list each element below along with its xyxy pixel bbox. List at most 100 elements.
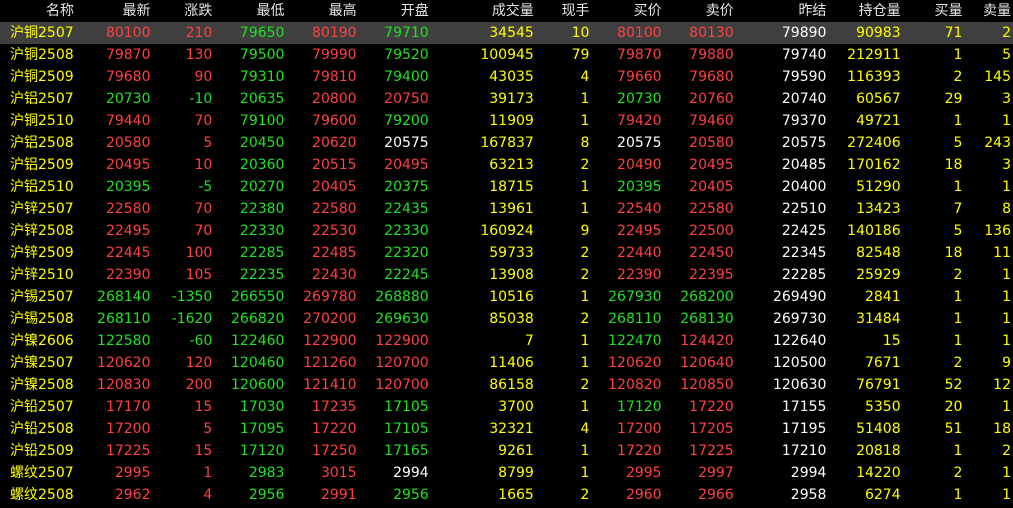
cell-name: 沪铝2508 — [10, 135, 74, 151]
cell-prev-settle: 17155 — [781, 399, 827, 415]
quote-row[interactable]: 沪铅2507 17170 15 17030 17235 17105 3700 1 17120 17… — [0, 396, 1013, 418]
cell-change: 70 — [194, 113, 213, 129]
col-header-name[interactable]: 名称 — [0, 0, 80, 22]
cell-volume: 11909 — [489, 113, 534, 129]
cell-open: 269630 — [375, 311, 429, 327]
quote-row[interactable]: 沪铝2509 20495 10 20360 20515 20495 63213 2 20490 2… — [0, 154, 1013, 176]
col-header-high[interactable]: 最高 — [286, 0, 358, 22]
cell-ask-qty: 12 — [993, 377, 1011, 393]
quote-row[interactable]: 沪铝2507 20730 -10 20635 20800 20750 39173 1 20730… — [0, 88, 1013, 110]
quote-row[interactable]: 沪锌2510 22390 105 22235 22430 22245 13908 2 22390… — [0, 264, 1013, 286]
cell-bid-qty: 1 — [953, 443, 963, 459]
col-header-last[interactable]: 最新 — [80, 0, 152, 22]
cell-now-hand: 2 — [580, 377, 590, 393]
cell-open: 22320 — [384, 245, 429, 261]
quote-row[interactable]: 沪锌2508 22495 70 22330 22530 22330 160924 9 22495… — [0, 220, 1013, 242]
cell-high: 20620 — [312, 135, 357, 151]
cell-change: -5 — [198, 179, 213, 195]
col-header-now-hand[interactable]: 现手 — [536, 0, 592, 22]
cell-ask-qty: 145 — [984, 69, 1011, 85]
cell-bid-qty: 1 — [953, 113, 963, 129]
cell-name: 沪铅2508 — [10, 421, 74, 437]
cell-ask: 17225 — [689, 443, 734, 459]
col-header-ask[interactable]: 卖价 — [664, 0, 736, 22]
quote-row[interactable]: 沪锡2507 268140 -1350 266550 269780 268880 10516… — [0, 286, 1013, 308]
col-header-ask-qty[interactable]: 卖量 — [964, 0, 1013, 22]
col-header-change[interactable]: 涨跌 — [153, 0, 215, 22]
cell-open-interest: 76791 — [856, 377, 901, 393]
cell-now-hand: 2 — [580, 311, 590, 327]
cell-prev-settle: 20740 — [781, 91, 827, 107]
cell-ask: 22500 — [689, 223, 734, 239]
cell-change: 15 — [194, 443, 213, 459]
cell-ask-qty: 243 — [984, 135, 1011, 151]
col-header-bid[interactable]: 买价 — [591, 0, 663, 22]
cell-open: 20495 — [384, 157, 429, 173]
cell-ask: 17205 — [689, 421, 734, 437]
cell-change: 70 — [194, 223, 213, 239]
cell-bid-qty: 2 — [953, 267, 963, 283]
cell-ask-qty: 1 — [1002, 267, 1011, 283]
cell-ask: 20495 — [689, 157, 734, 173]
cell-now-hand: 2 — [580, 267, 590, 283]
cell-open-interest: 5350 — [864, 399, 901, 415]
cell-volume: 34545 — [430, 22, 536, 44]
quote-row[interactable]: 沪铜2509 79680 90 79310 79810 79400 43035 4 79660 7… — [0, 66, 1013, 88]
cell-bid: 22540 — [617, 201, 662, 217]
cell-now-hand: 1 — [580, 201, 590, 217]
quote-row[interactable]: 沪镍2507 120620 120 120460 121260 120700 11406 1 1… — [0, 352, 1013, 374]
cell-prev-settle: 79590 — [781, 69, 827, 85]
quote-row[interactable]: 沪锌2507 22580 70 22380 22580 22435 13961 1 22540 2… — [0, 198, 1013, 220]
quote-row[interactable]: 沪镍2606 122580 -60 122460 122900 122900 7 1 12247… — [0, 330, 1013, 352]
cell-open: 22435 — [384, 201, 429, 217]
header-row: 名称 最新 涨跌 最低 最高 开盘 成交量 现手 买价 卖价 昨结 持仓量 买量… — [0, 0, 1013, 22]
cell-last: 268110 — [97, 311, 151, 327]
cell-prev-settle: 79890 — [735, 22, 829, 44]
quote-row[interactable]: 螺纹2508 2962 4 2956 2991 2956 1665 2 2960 2966 2958… — [0, 484, 1013, 506]
col-header-prev-settle[interactable]: 昨结 — [736, 0, 829, 22]
cell-ask: 2997 — [698, 465, 734, 481]
cell-ask-qty: 9 — [1002, 355, 1011, 371]
col-header-open[interactable]: 开盘 — [359, 0, 431, 22]
cell-volume: 7 — [524, 333, 534, 349]
quote-row[interactable]: 沪铜2508 79870 130 79500 79990 79520 100945 79 798… — [0, 44, 1013, 66]
cell-bid: 120620 — [608, 355, 662, 371]
cell-last: 20580 — [105, 135, 151, 151]
quote-row[interactable]: 沪铅2509 17225 15 17120 17250 17165 9261 1 17220 17… — [0, 440, 1013, 462]
cell-ask: 268200 — [680, 289, 734, 305]
cell-bid: 2995 — [625, 465, 662, 481]
quote-row[interactable]: 沪铝2510 20395 -5 20270 20405 20375 18715 1 20395 2… — [0, 176, 1013, 198]
cell-volume: 63213 — [489, 157, 534, 173]
cell-bid: 20395 — [617, 179, 662, 195]
cell-bid-qty: 2 — [953, 465, 963, 481]
cell-name: 螺纹2508 — [10, 487, 74, 503]
col-header-low[interactable]: 最低 — [214, 0, 286, 22]
cell-bid: 17120 — [617, 399, 662, 415]
quote-row[interactable]: 沪锌2509 22445 100 22285 22485 22320 59733 2 22440… — [0, 242, 1013, 264]
cell-last: 79440 — [105, 113, 151, 129]
cell-open-interest: 82548 — [856, 245, 901, 261]
cell-high: 79990 — [312, 47, 357, 63]
quote-row[interactable]: 沪镍2508 120830 200 120600 121410 120700 86158 2 1… — [0, 374, 1013, 396]
cell-change: -1350 — [171, 289, 213, 305]
quote-row[interactable]: 沪铝2508 20580 5 20450 20620 20575 167837 8 20575 2… — [0, 132, 1013, 154]
col-header-open-interest[interactable]: 持仓量 — [828, 0, 902, 22]
cell-now-hand: 1 — [580, 355, 590, 371]
cell-open: 122900 — [375, 333, 429, 349]
quote-row[interactable]: 沪铜2510 79440 70 79100 79600 79200 11909 1 79420 7… — [0, 110, 1013, 132]
cell-bid: 22440 — [617, 245, 662, 261]
cell-bid: 22495 — [617, 223, 662, 239]
cell-last: 120830 — [97, 377, 151, 393]
quote-row[interactable]: 沪锡2508 268110 -1620 266820 270200 269630 85038… — [0, 308, 1013, 330]
col-header-bid-qty[interactable]: 买量 — [903, 0, 965, 22]
quote-row[interactable]: 螺纹2507 2995 1 2983 3015 2994 8799 1 2995 2997 2994… — [0, 462, 1013, 484]
cell-bid: 2960 — [625, 487, 662, 503]
cell-bid: 17220 — [617, 443, 662, 459]
quote-row[interactable]: 沪铜2507 80100 210 79650 80190 79710 34545 10 8010… — [0, 22, 1013, 44]
col-header-volume[interactable]: 成交量 — [431, 0, 536, 22]
cell-open: 79520 — [384, 47, 429, 63]
cell-low: 22380 — [239, 201, 285, 217]
quote-row[interactable]: 沪铅2508 17200 5 17095 17220 17105 32321 4 17200 17… — [0, 418, 1013, 440]
cell-bid: 267930 — [608, 289, 662, 305]
cell-open: 17165 — [384, 443, 429, 459]
